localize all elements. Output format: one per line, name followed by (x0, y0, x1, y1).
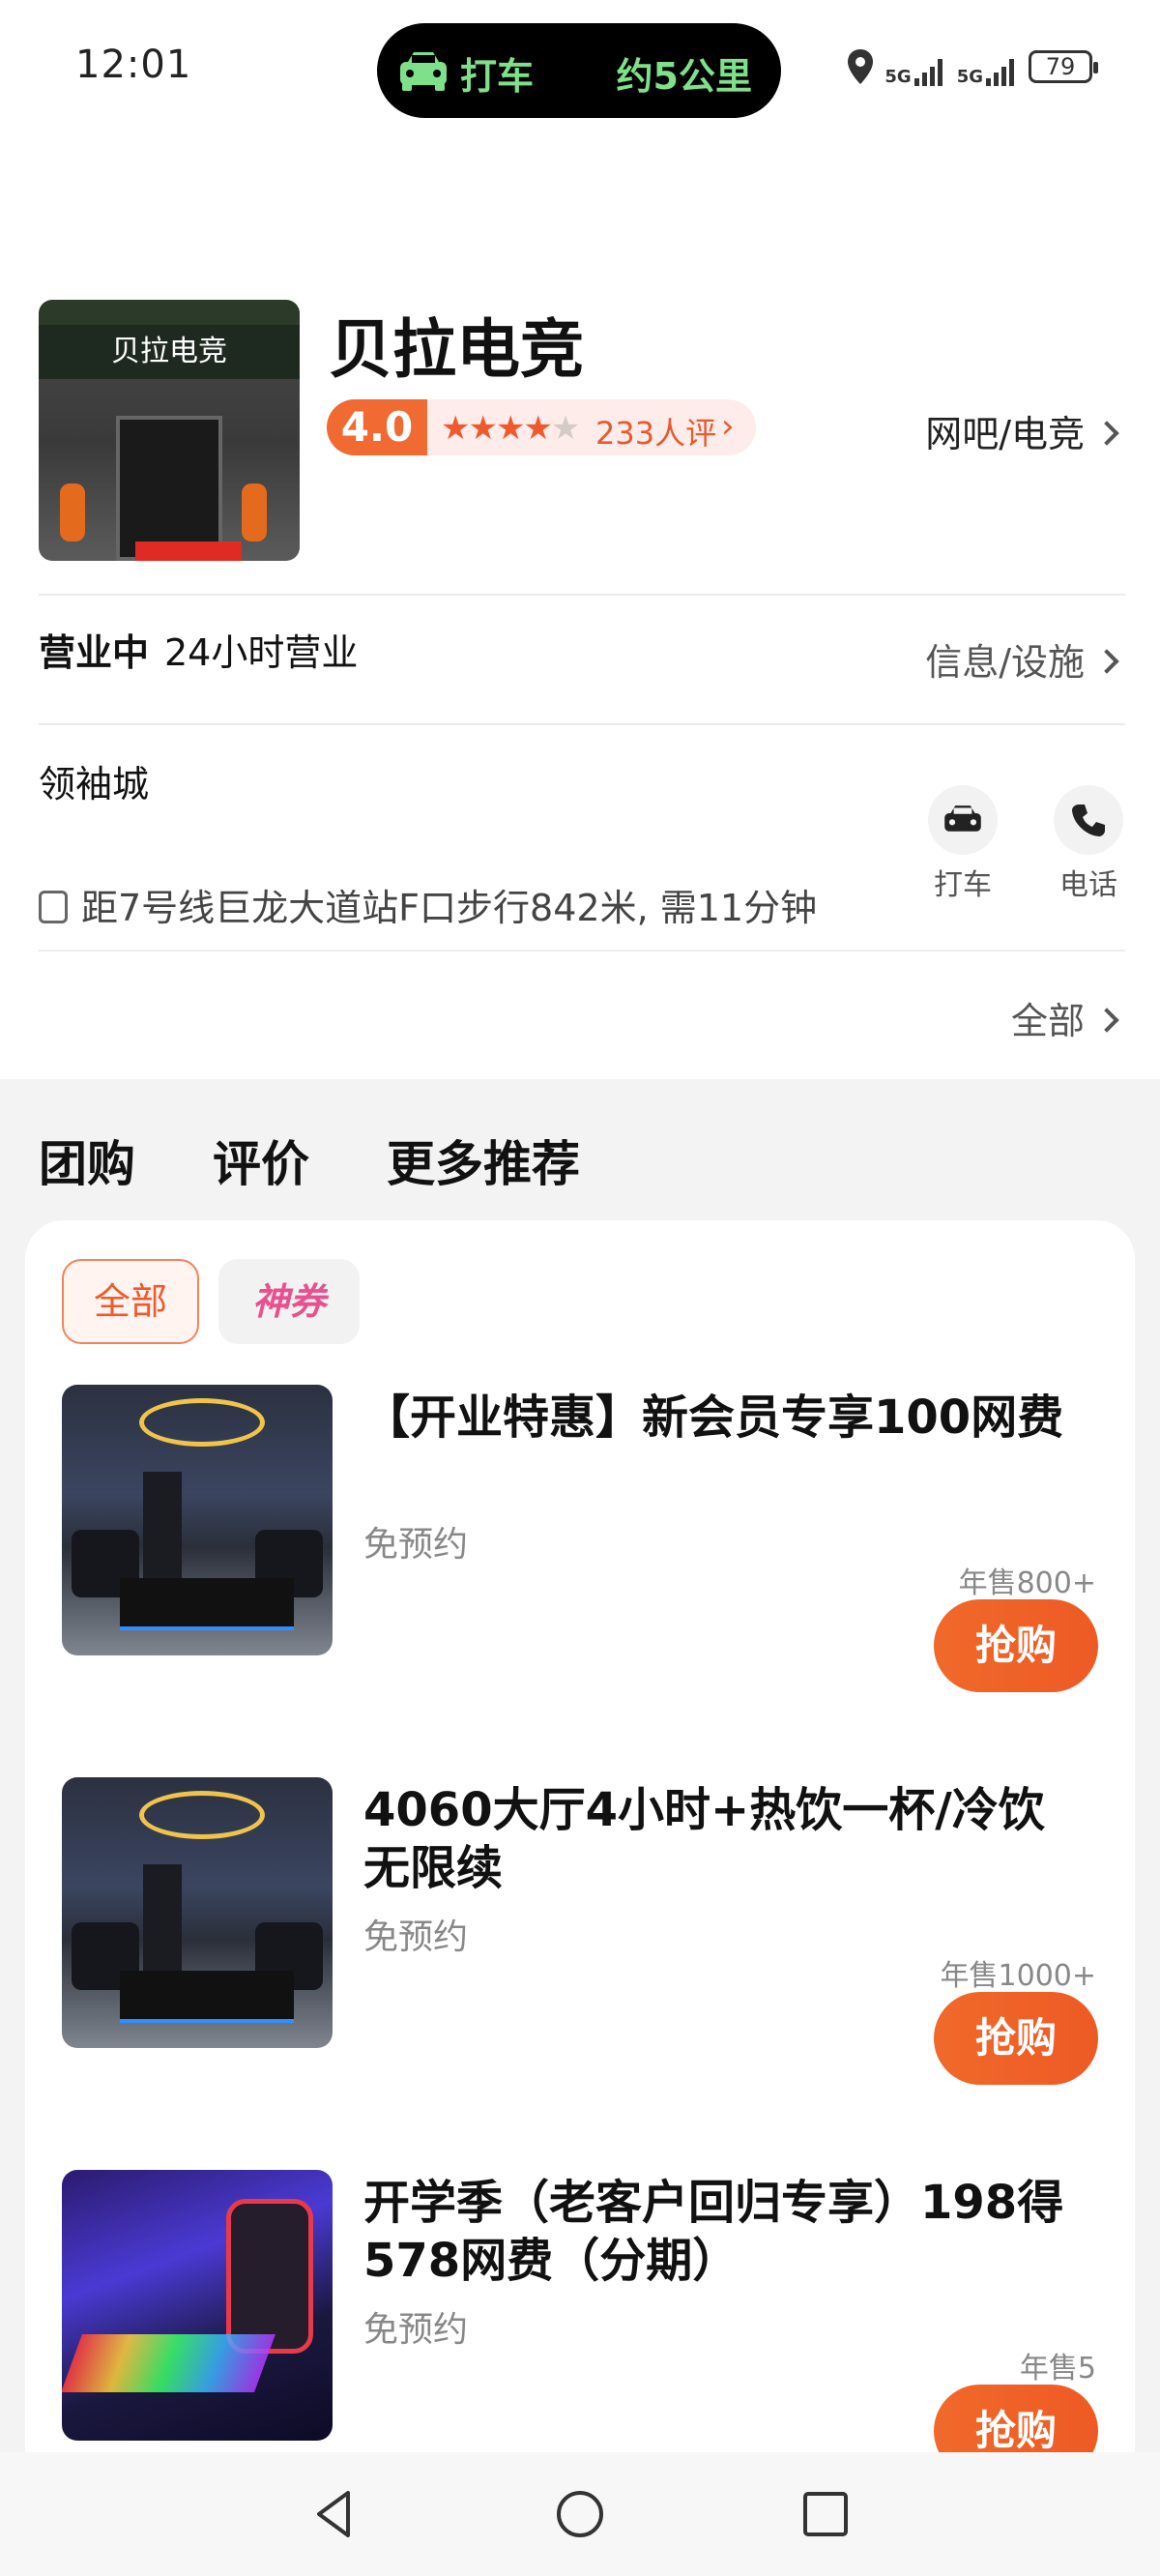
recents-icon[interactable] (797, 2485, 855, 2543)
tab-more-recommendations[interactable]: 更多推荐 (387, 1126, 580, 1195)
deal-image (62, 1385, 333, 1655)
deal-booking-note: 免预约 (363, 2310, 469, 2350)
chevron-right-icon (1094, 648, 1119, 674)
car-icon (928, 785, 998, 855)
signal-5g-icon: 5G (884, 47, 946, 86)
dynamic-island-ride[interactable]: 打车 约5公里 (377, 23, 781, 118)
island-ride-label: 打车 (460, 55, 535, 98)
category-label: 网吧/电竞 (925, 413, 1085, 455)
red-carpet (135, 542, 242, 561)
category-link[interactable]: 网吧/电竞 (925, 404, 1119, 457)
phone-icon (1054, 785, 1123, 855)
deal-booking-note: 免预约 (363, 1917, 469, 1957)
deal-sales: 年售1000+ (940, 1959, 1096, 1993)
deal-sales: 年售5 (1019, 2352, 1096, 2386)
location-icon (848, 49, 874, 84)
subway-icon (39, 890, 68, 923)
storefront-door (116, 416, 222, 561)
star-rating-icon: ★★★★★ (441, 409, 580, 448)
storefront-sign: 贝拉电竞 (39, 325, 300, 379)
chevron-right-icon (1094, 420, 1119, 446)
shop-thumbnail[interactable]: 贝拉电竞 (39, 300, 300, 561)
battery-icon: 79 (1029, 50, 1098, 83)
rating-score: 4.0 (327, 399, 427, 455)
info-facilities-link[interactable]: 信息/设施 (925, 632, 1119, 686)
view-all-link[interactable]: 全部 (1010, 991, 1119, 1044)
deal-item[interactable]: 开学季（老客户回归专享）198得578网费（分期） 免预约 年售5 抢购 (62, 2170, 1098, 2477)
deal-item[interactable]: 4060大厅4小时+热饮一杯/冷饮无限续 免预约 年售1000+ 抢购 (62, 1777, 1098, 2085)
taxi-button[interactable]: 打车 (924, 785, 1001, 903)
deal-title: 4060大厅4小时+热饮一杯/冷饮无限续 (363, 1783, 1045, 1895)
shop-name: 贝拉电竞 (329, 312, 584, 387)
back-icon[interactable] (305, 2485, 363, 2543)
deal-title: 开学季（老客户回归专享）198得578网费（分期） (363, 2176, 1064, 2288)
divider (39, 950, 1125, 951)
divider (39, 594, 1125, 596)
view-all-label: 全部 (1010, 1000, 1085, 1042)
status-time: 12:01 (75, 43, 192, 87)
call-button[interactable]: 电话 (1050, 785, 1127, 903)
system-nav-bar (0, 2452, 1160, 2576)
deal-item[interactable]: 【开业特惠】新会员专享100网费 免预约 年售800+ 抢购 (62, 1385, 1098, 1692)
opening-hours: 24小时营业 (164, 631, 359, 674)
review-count: 233人评 (595, 415, 717, 452)
island-distance: 约5公里 (616, 55, 752, 98)
chevron-right-icon (1094, 1007, 1119, 1033)
district-name: 领袖城 (39, 763, 150, 805)
filter-all-chip[interactable]: 全部 (62, 1259, 199, 1344)
buy-button[interactable]: 抢购 (934, 1599, 1098, 1692)
chevron-right-icon: › (721, 407, 735, 446)
deal-booking-note: 免预约 (363, 1525, 469, 1565)
decoration (242, 483, 267, 542)
open-status: 营业中 (39, 631, 150, 674)
status-icons: 5G 5G 79 (846, 43, 1098, 91)
divider (39, 723, 1125, 725)
subway-distance: 距7号线巨龙大道站F口步行842米, 需11分钟 (81, 887, 818, 929)
tab-group-buy[interactable]: 团购 (39, 1126, 135, 1195)
info-facilities-label: 信息/设施 (925, 641, 1085, 684)
car-icon (400, 52, 447, 91)
deal-image (62, 1777, 333, 2048)
tab-reviews[interactable]: 评价 (213, 1126, 309, 1195)
filter-god-coupon-chip[interactable]: 神券 (218, 1259, 360, 1344)
buy-button[interactable]: 抢购 (934, 1992, 1098, 2085)
subway-info: 距7号线巨龙大道站F口步行842米, 需11分钟 (39, 878, 817, 931)
section-tabs: 团购 评价 更多推荐 (39, 1126, 580, 1195)
deal-sales: 年售800+ (958, 1566, 1096, 1600)
deal-image (62, 2170, 333, 2441)
signal-5g-icon: 5G (957, 47, 1019, 86)
deal-title: 【开业特惠】新会员专享100网费 (363, 1390, 1064, 1445)
home-icon[interactable] (551, 2485, 609, 2543)
rating-pill[interactable]: 4.0 ★★★★★ 233人评 › (327, 399, 756, 455)
decoration (60, 483, 85, 542)
status-bar: 12:01 打车 约5公里 5G 5G 79 (0, 0, 1160, 145)
taxi-label: 打车 (934, 868, 992, 902)
call-label: 电话 (1059, 868, 1117, 902)
